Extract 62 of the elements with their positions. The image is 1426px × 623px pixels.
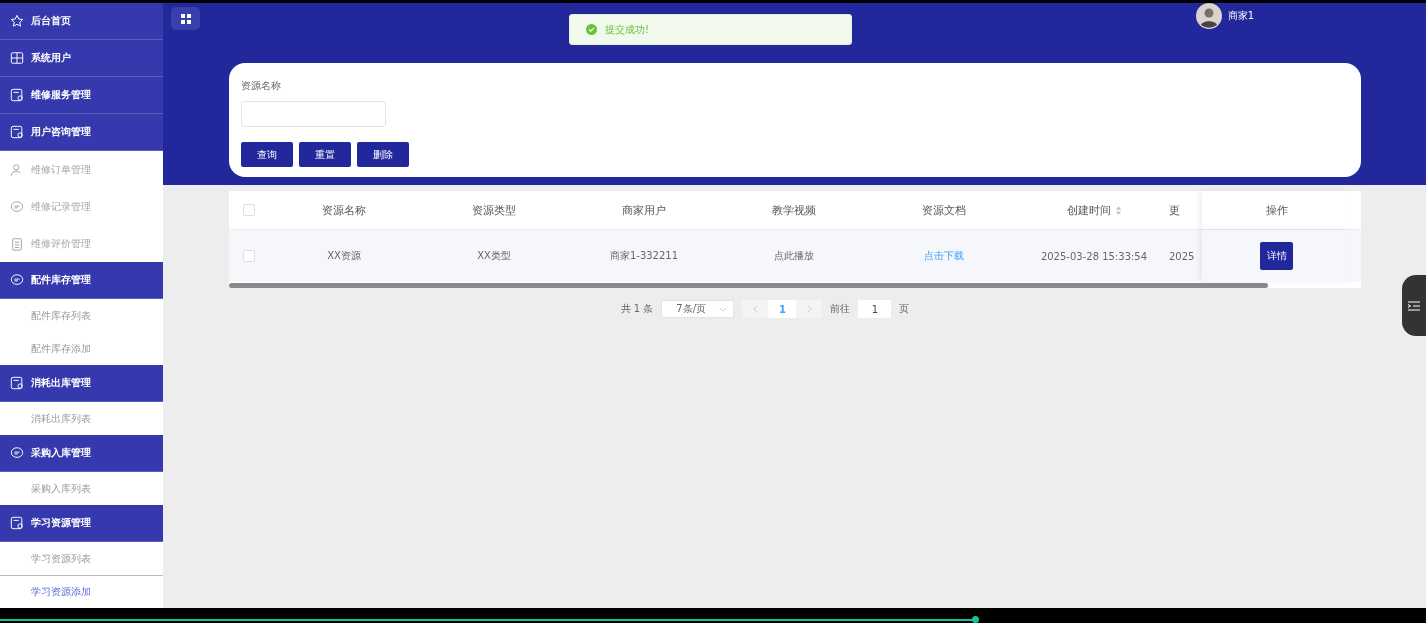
avatar-icon[interactable] bbox=[1195, 3, 1222, 29]
column-header: 资源文档 bbox=[922, 202, 966, 218]
table-cell: XX类型 bbox=[477, 249, 511, 263]
document-icon bbox=[10, 516, 24, 530]
user-icon bbox=[10, 162, 24, 177]
action-button[interactable]: 查询 bbox=[241, 142, 293, 167]
side-tab-button[interactable] bbox=[1402, 275, 1426, 336]
table-cell: 2025-03-28 15:33:54 bbox=[1040, 250, 1148, 262]
document-icon bbox=[10, 125, 24, 139]
column-header: 创建时间 bbox=[1066, 202, 1111, 218]
column-header: 资源类型 bbox=[472, 202, 516, 218]
field-label: 资源名称 bbox=[241, 79, 281, 93]
user-name[interactable]: 商家1 bbox=[1227, 9, 1254, 23]
chevron-down-icon bbox=[719, 306, 728, 312]
table-cell: 点此播放 bbox=[774, 249, 814, 263]
details-button[interactable]: 详情 bbox=[1260, 242, 1293, 270]
table-cell: 商家1-332211 bbox=[609, 249, 679, 263]
sidebar-item[interactable]: 配件库存管理 bbox=[0, 262, 163, 299]
page-size-select[interactable]: 7条/页 bbox=[661, 300, 735, 318]
sidebar-item[interactable]: 用户咨询管理 bbox=[0, 114, 163, 151]
column-header: 更 bbox=[1169, 202, 1180, 218]
checkbox[interactable] bbox=[243, 250, 255, 262]
goto-label: 前往 bbox=[830, 302, 851, 316]
sort-icon[interactable] bbox=[1114, 205, 1122, 215]
table-cell: 2025 bbox=[1169, 250, 1195, 262]
table-cell: XX资源 bbox=[327, 249, 361, 263]
clipboard-icon bbox=[10, 236, 24, 251]
chat-icon bbox=[10, 199, 24, 214]
grid-icon bbox=[10, 51, 24, 65]
video-progress-bar[interactable] bbox=[0, 608, 1426, 623]
sidebar-item[interactable]: 维修服务管理 bbox=[0, 77, 163, 114]
chat-icon bbox=[10, 446, 24, 460]
star-icon bbox=[10, 14, 24, 28]
total-count: 共 1 条 bbox=[620, 302, 654, 316]
sidebar-item[interactable]: 采购入库管理 bbox=[0, 435, 163, 472]
menu-button[interactable] bbox=[171, 7, 200, 30]
column-header: 商家用户 bbox=[622, 202, 666, 218]
document-icon bbox=[10, 88, 24, 102]
list-icon bbox=[1408, 300, 1420, 311]
sidebar-item[interactable]: 系统用户 bbox=[0, 40, 163, 77]
page-input[interactable]: 1 bbox=[858, 300, 892, 318]
sidebar-item[interactable]: 学习资源管理 bbox=[0, 505, 163, 542]
prev-button[interactable] bbox=[742, 300, 769, 318]
sidebar-item[interactable]: 消耗出库管理 bbox=[0, 365, 163, 402]
action-button[interactable]: 重置 bbox=[299, 142, 351, 167]
sidebar-item[interactable]: 后台首页 bbox=[0, 3, 163, 40]
checkbox[interactable] bbox=[243, 204, 255, 216]
check-circle-icon bbox=[586, 24, 597, 35]
column-header: 教学视频 bbox=[772, 202, 816, 218]
column-header: 资源名称 bbox=[322, 202, 366, 218]
input-field[interactable] bbox=[241, 101, 386, 127]
chevron-left-icon bbox=[752, 305, 758, 313]
toast-message: 提交成功! bbox=[605, 22, 649, 37]
action-button[interactable]: 删除 bbox=[357, 142, 409, 167]
grid-icon bbox=[180, 13, 191, 24]
column-header: 操作 bbox=[1265, 202, 1288, 218]
next-button[interactable] bbox=[796, 300, 823, 318]
chevron-right-icon bbox=[806, 305, 812, 313]
document-icon bbox=[10, 376, 24, 390]
page-suffix: 页 bbox=[899, 302, 910, 316]
chat-icon bbox=[10, 273, 24, 287]
scrollbar[interactable] bbox=[229, 283, 1268, 288]
